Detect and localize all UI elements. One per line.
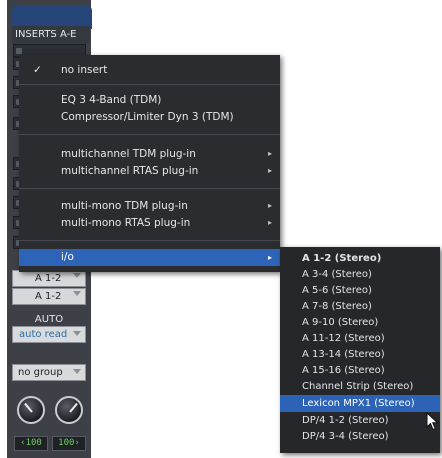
menu-item-label: multichannel TDM plug-in (61, 148, 196, 160)
io-item-a1-2[interactable]: A 1-2 (Stereo) (280, 251, 440, 267)
dropdown-arrow-icon (73, 273, 81, 278)
menu-separator (19, 188, 280, 189)
mouse-pointer-icon (426, 412, 439, 431)
io-submenu: A 1-2 (Stereo) A 3-4 (Stereo) A 5-6 (Ste… (280, 247, 440, 453)
menu-item-multimono-tdm[interactable]: multi-mono TDM plug-in ▸ (19, 198, 280, 214)
io-item-a3-4[interactable]: A 3-4 (Stereo) (280, 267, 440, 283)
menu-separator (19, 240, 280, 241)
input-selector[interactable]: A 1-2 (12, 270, 86, 287)
menu-item-multichannel-rtas[interactable]: multichannel RTAS plug-in ▸ (19, 163, 280, 179)
submenu-arrow-icon: ▸ (267, 253, 272, 262)
submenu-arrow-icon: ▸ (267, 201, 272, 210)
io-item-a9-10[interactable]: A 9-10 (Stereo) (280, 315, 440, 331)
io-item-a5-6[interactable]: A 5-6 (Stereo) (280, 283, 440, 299)
slot-indicator (16, 48, 22, 54)
group-selector[interactable]: no group (12, 364, 86, 381)
io-item-a13-14[interactable]: A 13-14 (Stereo) (280, 347, 440, 363)
menu-separator (19, 84, 280, 85)
automation-mode-value: auto read (19, 329, 68, 340)
io-item-channel-strip[interactable]: Channel Strip (Stereo) (280, 379, 440, 395)
io-item-a11-12[interactable]: A 11-12 (Stereo) (280, 331, 440, 347)
menu-item-multimono-rtas[interactable]: multi-mono RTAS plug-in ▸ (19, 215, 280, 231)
menu-item-io[interactable]: i/o ▸ (19, 249, 280, 266)
menu-item-label: multi-mono TDM plug-in (61, 200, 188, 212)
submenu-arrow-icon: ▸ (267, 218, 272, 227)
dropdown-arrow-icon (73, 369, 81, 374)
group-value: no group (18, 367, 63, 378)
pan-knob-right-icon[interactable] (55, 396, 83, 424)
insert-popup-menu: ✓ no insert EQ 3 4-Band (TDM) Compressor… (19, 55, 280, 272)
dropdown-arrow-icon (73, 291, 81, 296)
output-label: A 1-2 (35, 291, 62, 302)
menu-item-no-insert[interactable]: ✓ no insert (19, 62, 280, 78)
io-item-a15-16[interactable]: A 15-16 (Stereo) (280, 363, 440, 379)
submenu-arrow-icon: ▸ (267, 149, 272, 158)
output-selector[interactable]: A 1-2 (12, 288, 86, 305)
automation-mode-selector[interactable]: auto read (12, 326, 86, 343)
pan-left-readout: ‹100 (14, 436, 48, 451)
menu-item-label: Compressor/Limiter Dyn 3 (TDM) (61, 111, 234, 123)
inserts-header: INSERTS A-E (12, 26, 90, 44)
dropdown-arrow-icon (73, 331, 81, 336)
io-item-dp4-1-2[interactable]: DP/4 1-2 (Stereo) (280, 413, 440, 429)
menu-item-label: EQ 3 4-Band (TDM) (61, 94, 162, 106)
pan-right-readout: 100› (52, 436, 86, 451)
io-item-dp4-3-4[interactable]: DP/4 3-4 (Stereo) (280, 429, 440, 445)
submenu-arrow-icon: ▸ (267, 166, 272, 175)
menu-item-multichannel-tdm[interactable]: multichannel TDM plug-in ▸ (19, 146, 280, 162)
menu-item-eq3[interactable]: EQ 3 4-Band (TDM) (19, 92, 280, 108)
io-item-a7-8[interactable]: A 7-8 (Stereo) (280, 299, 440, 315)
input-label: A 1-2 (35, 273, 62, 284)
menu-item-label: no insert (61, 64, 108, 76)
menu-separator (19, 134, 280, 135)
menu-item-label: i/o (61, 251, 74, 263)
pan-knob-left-icon[interactable] (17, 396, 45, 424)
menu-item-label: multi-mono RTAS plug-in (61, 217, 191, 229)
menu-item-label: multichannel RTAS plug-in (61, 165, 199, 177)
automation-label: AUTO (34, 314, 64, 325)
menu-item-compressor[interactable]: Compressor/Limiter Dyn 3 (TDM) (19, 109, 280, 125)
checkmark-icon: ✓ (33, 64, 42, 76)
io-item-lexicon-mpx1[interactable]: Lexicon MPX1 (Stereo) (280, 395, 440, 412)
